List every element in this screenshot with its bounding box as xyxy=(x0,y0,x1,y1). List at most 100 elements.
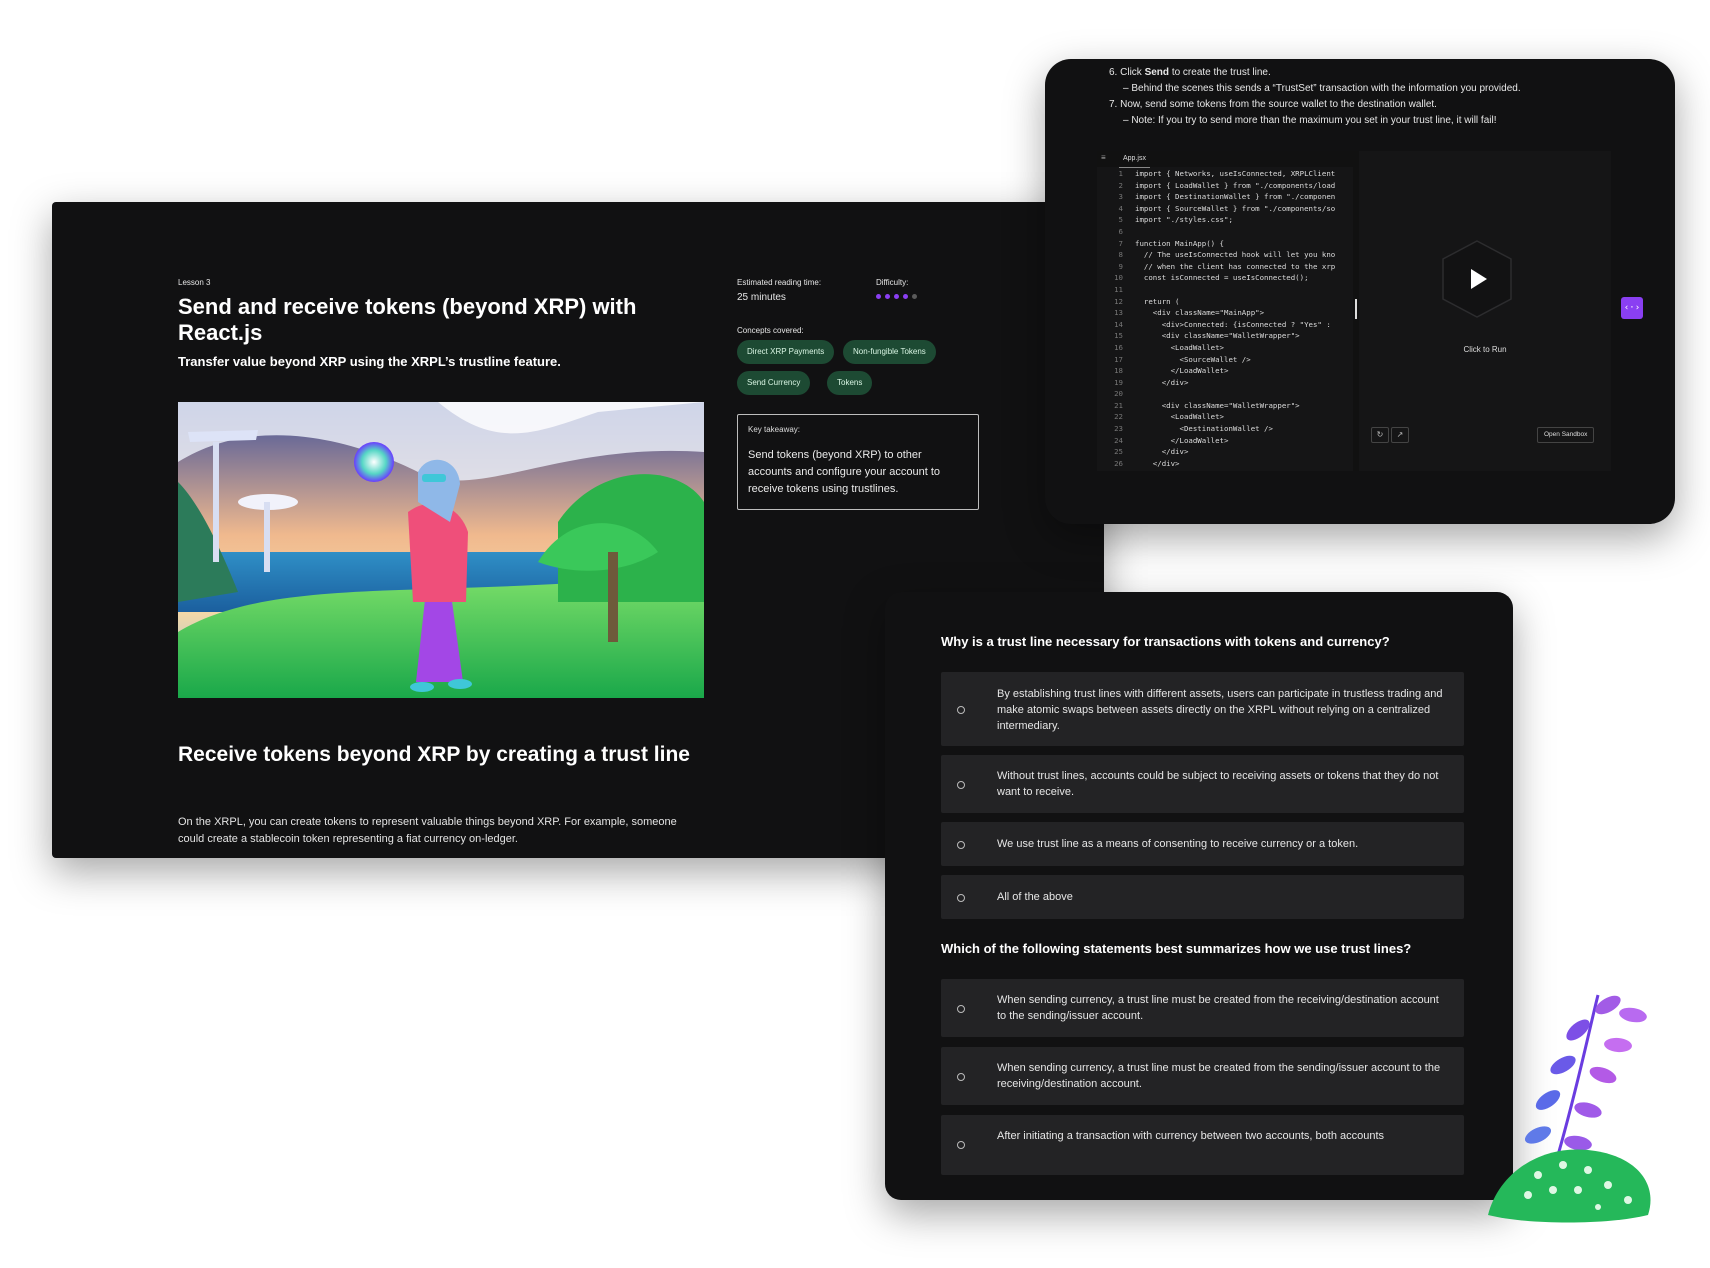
lesson-number: Lesson 3 xyxy=(178,278,211,287)
code-line: 9 // when the client has connected to th… xyxy=(1097,262,1351,274)
section-heading: Receive tokens beyond XRP by creating a … xyxy=(178,743,690,766)
step-6: 6. Click Send to create the trust line. xyxy=(1109,65,1669,81)
step-6-number: 6. xyxy=(1109,67,1118,78)
concept-pill[interactable]: Direct XRP Payments xyxy=(737,340,835,364)
radio-icon[interactable] xyxy=(957,1073,965,1081)
line-number: 2 xyxy=(1118,180,1123,190)
line-source: </LoadWallet> xyxy=(1135,366,1229,376)
line-source: <LoadWallet> xyxy=(1135,342,1224,352)
code-area[interactable]: 1 import { Networks, useIsConnected, XRPL… xyxy=(1097,169,1351,469)
line-number: 4 xyxy=(1118,203,1123,213)
play-icon[interactable] xyxy=(1441,239,1513,319)
line-source: </div> xyxy=(1135,447,1189,457)
code-line: 14 <div>Connected: {isConnected ? "Yes" … xyxy=(1097,320,1351,332)
step-7-note: – Note: If you try to send more than the… xyxy=(1123,115,1497,126)
concept-pill[interactable]: Send Currency xyxy=(737,371,811,395)
line-source: <div className="MainApp"> xyxy=(1135,308,1265,318)
line-source: import "./styles.css"; xyxy=(1135,215,1233,225)
step-6-pre: Click xyxy=(1120,67,1142,78)
key-takeaway-text: Send tokens (beyond XRP) to other accoun… xyxy=(748,449,941,495)
line-source: <div>Connected: {isConnected ? "Yes" : xyxy=(1135,319,1331,329)
line-source: <div className="WalletWrapper"> xyxy=(1135,400,1300,410)
line-number: 22 xyxy=(1114,412,1123,422)
answer-option[interactable]: After initiating a transaction with curr… xyxy=(941,1115,1464,1175)
code-line: 12 return ( xyxy=(1097,297,1351,309)
line-source: // when the client has connected to the … xyxy=(1135,261,1336,271)
radio-icon[interactable] xyxy=(957,706,965,714)
code-line: 16 <LoadWallet> xyxy=(1097,343,1351,355)
refresh-icon[interactable]: ↻ xyxy=(1371,427,1389,443)
answer-text: We use trust line as a means of consenti… xyxy=(997,838,1359,850)
code-line: 2 import { LoadWallet } from "./component… xyxy=(1097,181,1351,193)
step-6-note: – Behind the scenes this sends a “TrustS… xyxy=(1123,83,1521,94)
radio-icon[interactable] xyxy=(957,894,965,902)
menu-icon[interactable]: ≡ xyxy=(1101,153,1106,162)
step-7: 7. Now, send some tokens from the source… xyxy=(1109,99,1437,110)
instruction-steps: 6. Click Send to create the trust line. … xyxy=(1109,65,1669,129)
key-takeaway-box: Key takeaway: Send tokens (beyond XRP) t… xyxy=(737,414,979,510)
code-line: 24 </LoadWallet> xyxy=(1097,436,1351,448)
answer-option[interactable]: When sending currency, a trust line must… xyxy=(941,979,1464,1037)
open-sandbox-button[interactable]: Open Sandbox xyxy=(1537,427,1595,443)
line-number: 21 xyxy=(1114,400,1123,410)
concept-pill[interactable]: Non-fungible Tokens xyxy=(843,340,936,364)
expand-toggle-icon[interactable]: ‹·› xyxy=(1621,297,1643,319)
code-line: 21 <div className="WalletWrapper"> xyxy=(1097,401,1351,413)
answer-text: Without trust lines, accounts could be s… xyxy=(997,770,1439,798)
code-line: 22 <LoadWallet> xyxy=(1097,412,1351,424)
line-number: 24 xyxy=(1114,435,1123,445)
line-source: import { SourceWallet } from "./componen… xyxy=(1135,203,1336,213)
line-number: 14 xyxy=(1114,319,1123,329)
question-1: Why is a trust line necessary for transa… xyxy=(941,634,1390,649)
decorative-plant xyxy=(1488,994,1651,1223)
radio-icon[interactable] xyxy=(957,1005,965,1013)
answer-option[interactable]: By establishing trust lines with differe… xyxy=(941,672,1464,746)
code-line: 18 </LoadWallet> xyxy=(1097,366,1351,378)
answer-option[interactable]: Without trust lines, accounts could be s… xyxy=(941,755,1464,813)
answer-text: By establishing trust lines with differe… xyxy=(997,688,1443,732)
answer-option[interactable]: When sending currency, a trust line must… xyxy=(941,1047,1464,1105)
tab-app-jsx[interactable]: App.jsx xyxy=(1119,151,1150,168)
radio-icon[interactable] xyxy=(957,781,965,789)
external-link-icon[interactable]: ↗ xyxy=(1391,427,1409,443)
line-source: import { LoadWallet } from "./components… xyxy=(1135,180,1336,190)
code-line: 11 xyxy=(1097,285,1351,297)
code-line: 10 const isConnected = useIsConnected(); xyxy=(1097,273,1351,285)
line-number: 11 xyxy=(1114,284,1123,294)
line-number: 17 xyxy=(1114,354,1123,364)
line-number: 26 xyxy=(1114,458,1123,468)
radio-icon[interactable] xyxy=(957,841,965,849)
click-to-run-label[interactable]: Click to Run xyxy=(1359,345,1611,354)
concept-pill[interactable]: Tokens xyxy=(827,371,873,395)
line-source: </div> xyxy=(1135,458,1180,468)
code-line: 17 <SourceWallet /> xyxy=(1097,355,1351,367)
answer-text: All of the above xyxy=(997,891,1073,903)
answer-text: After initiating a transaction with curr… xyxy=(997,1130,1385,1142)
code-line: 23 <DestinationWallet /> xyxy=(1097,424,1351,436)
line-number: 23 xyxy=(1114,424,1123,434)
line-number: 10 xyxy=(1114,273,1123,283)
question-2: Which of the following statements best s… xyxy=(941,941,1412,956)
concepts-label: Concepts covered: xyxy=(737,326,804,335)
code-line: 7 function MainApp() { xyxy=(1097,239,1351,251)
difficulty-rating xyxy=(876,294,917,299)
lesson-subtitle: Transfer value beyond XRP using the XRPL… xyxy=(178,354,561,369)
line-source: <SourceWallet /> xyxy=(1135,354,1251,364)
answer-option[interactable]: We use trust line as a means of consenti… xyxy=(941,822,1464,866)
difficulty-dot xyxy=(912,294,917,299)
radio-icon[interactable] xyxy=(957,1141,965,1149)
answer-option[interactable]: All of the above xyxy=(941,875,1464,919)
quiz-card: Why is a trust line necessary for transa… xyxy=(885,592,1513,1200)
difficulty-dot xyxy=(876,294,881,299)
line-source: return ( xyxy=(1135,296,1180,306)
line-number: 20 xyxy=(1114,389,1123,399)
difficulty-label: Difficulty: xyxy=(876,278,909,287)
plant-bush xyxy=(1488,1149,1651,1223)
line-source: <DestinationWallet /> xyxy=(1135,424,1273,434)
line-source: const isConnected = useIsConnected(); xyxy=(1135,273,1309,283)
code-line: 26 </div> xyxy=(1097,459,1351,469)
section-body: On the XRPL, you can create tokens to re… xyxy=(178,816,677,845)
preview-pane: Click to Run ↻ ↗ Open Sandbox xyxy=(1359,151,1611,471)
line-source: </div> xyxy=(1135,377,1189,387)
step-6-post: to create the trust line. xyxy=(1171,67,1271,78)
